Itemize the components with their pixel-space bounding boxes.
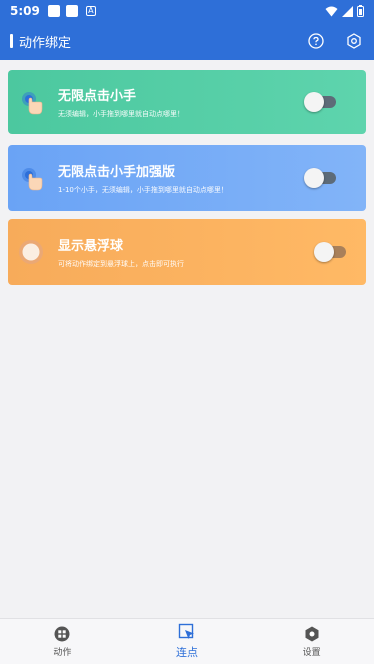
notification-a-icon: A <box>85 6 96 16</box>
hand-tap-icon <box>18 87 48 117</box>
floating-ball-toggle[interactable] <box>314 242 346 262</box>
infinite-hand-plus-toggle[interactable] <box>304 168 336 188</box>
nav-label: 设置 <box>302 647 321 658</box>
page-title: 动作绑定 <box>19 35 72 51</box>
settings-button[interactable] <box>344 31 364 51</box>
card-title: 无限点击小手 <box>58 89 137 104</box>
app-bar: 动作绑定 <box>0 22 374 60</box>
grid-app-icon <box>54 626 70 641</box>
nav-label: 连点 <box>176 646 198 659</box>
nav-item-autoclick[interactable]: 连点 <box>125 619 250 664</box>
card-title: 无限点击小手加强版 <box>58 165 176 180</box>
hex-gear-icon <box>305 626 319 641</box>
toggle-knob <box>304 168 324 188</box>
hand-tap-icon <box>18 163 48 193</box>
card-description: 1-10个小手，无须编辑，小手拖到哪里就自动点哪里！ <box>58 186 228 194</box>
hex-settings-icon <box>347 33 361 49</box>
toggle-knob <box>304 92 324 112</box>
nav-item-actions[interactable]: 动作 <box>0 619 125 664</box>
toggle-knob <box>314 242 334 262</box>
signal-icon <box>342 5 353 17</box>
card-infinite-hand[interactable]: 无限点击小手 无须编辑，小手拖到哪里就自动点哪里！ <box>8 70 366 134</box>
help-circle-icon <box>308 33 324 49</box>
notification-icon <box>65 5 78 17</box>
help-button[interactable] <box>306 31 326 51</box>
infinite-hand-toggle[interactable] <box>304 92 336 112</box>
wifi-icon <box>325 6 338 16</box>
battery-icon <box>357 5 364 17</box>
title-accent <box>10 34 13 48</box>
nav-item-settings[interactable]: 设置 <box>249 619 374 664</box>
status-time: 5:09 <box>10 4 40 18</box>
bottom-nav: 动作 连点 设置 <box>0 618 374 664</box>
floating-ball-icon <box>18 237 48 267</box>
card-floating-ball[interactable]: 显示悬浮球 可将动作绑定到悬浮球上，点击即可执行 <box>8 219 366 285</box>
status-bar: 5:09 A <box>0 0 374 22</box>
card-description: 无须编辑，小手拖到哪里就自动点哪里！ <box>58 110 184 118</box>
nav-label: 动作 <box>53 647 72 658</box>
card-infinite-hand-plus[interactable]: 无限点击小手加强版 1-10个小手，无须编辑，小手拖到哪里就自动点哪里！ <box>8 145 366 211</box>
notification-icon <box>47 5 60 17</box>
card-description: 可将动作绑定到悬浮球上，点击即可执行 <box>58 260 184 268</box>
cursor-click-icon <box>178 623 194 639</box>
card-title: 显示悬浮球 <box>58 239 124 254</box>
